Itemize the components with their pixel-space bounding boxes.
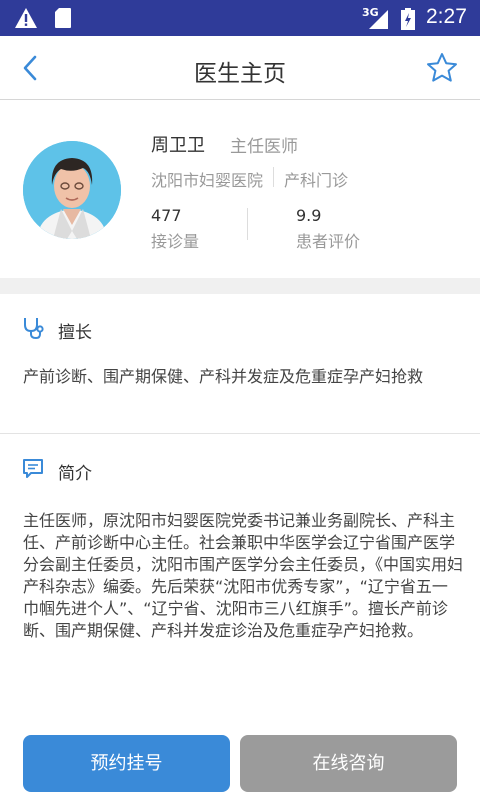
section-gap (0, 278, 480, 294)
favorite-star-icon[interactable] (426, 52, 458, 84)
intro-text: 主任医师，原沈阳市妇婴医院党委书记兼业务副院长、产科主任、产前诊断中心主任。社会… (23, 511, 464, 640)
consultations-count: 477 (151, 206, 182, 225)
specialty-heading: 擅长 (58, 323, 92, 343)
status-bar: 3G 2:27 (0, 0, 480, 36)
doctor-profile: 周卫卫 主任医师 沈阳市妇婴医院 产科门诊 477 接诊量 9.9 患者评价 (0, 101, 480, 278)
online-consult-button[interactable]: 在线咨询 (240, 735, 457, 792)
clock: 2:27 (426, 5, 467, 28)
nav-bar: 医生主页 (0, 36, 480, 100)
doctor-hospital: 沈阳市妇婴医院 (151, 171, 264, 190)
warning-icon (15, 8, 37, 28)
signal-icon (369, 10, 388, 29)
stethoscope-icon (24, 318, 44, 340)
page-title: 医生主页 (194, 61, 286, 87)
doctor-avatar (23, 141, 121, 239)
book-appointment-button[interactable]: 预约挂号 (23, 735, 230, 792)
section-divider (0, 433, 480, 434)
doctor-title: 主任医师 (230, 137, 298, 157)
consultations-label: 接诊量 (151, 232, 200, 251)
info-divider (273, 167, 274, 187)
doctor-name: 周卫卫 (151, 135, 205, 156)
battery-icon (401, 8, 415, 30)
rating-label: 患者评价 (296, 232, 361, 251)
sd-card-icon (55, 8, 71, 28)
rating-value: 9.9 (296, 206, 322, 225)
message-icon (23, 459, 43, 478)
intro-heading: 简介 (58, 464, 92, 484)
specialty-text: 产前诊断、围产期保健、产科并发症及危重症孕产妇抢救 (23, 367, 424, 386)
stats-divider (247, 208, 248, 240)
doctor-department: 产科门诊 (284, 171, 349, 190)
